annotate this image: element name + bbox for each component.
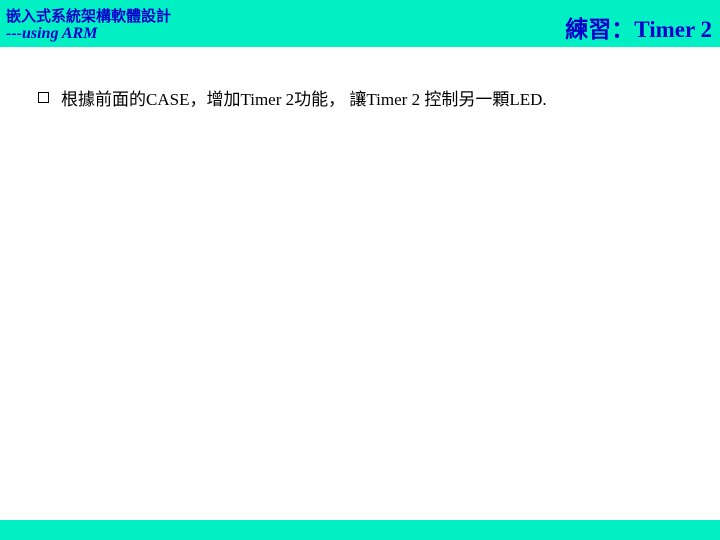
bullet-text: 根據前面的CASE，增加Timer 2功能， 讓Timer 2 控制另一顆LED… xyxy=(61,90,547,109)
header-band: 嵌入式系統架構軟體設計 ---using ARM 練習：Timer 2 xyxy=(0,0,720,47)
bullet-item: 根據前面的CASE，增加Timer 2功能， 讓Timer 2 控制另一顆LED… xyxy=(38,85,547,110)
slide: 嵌入式系統架構軟體設計 ---using ARM 練習：Timer 2 根據前面… xyxy=(0,0,720,540)
slide-title: 練習：Timer 2 xyxy=(565,17,712,42)
footer-band xyxy=(0,520,720,540)
course-subtitle: ---using ARM xyxy=(6,25,98,42)
course-title: 嵌入式系統架構軟體設計 xyxy=(6,7,172,25)
hollow-square-bullet-icon xyxy=(38,92,49,103)
